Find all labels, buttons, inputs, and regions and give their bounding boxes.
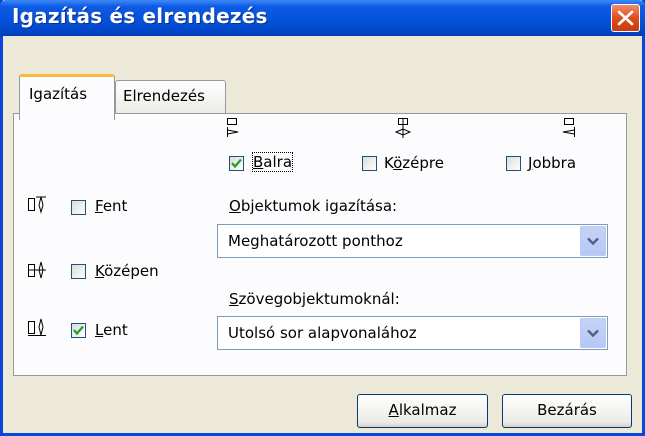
object-align-dropdown-button[interactable] [580, 226, 606, 256]
object-align-value: Meghatározott ponthoz [228, 232, 403, 250]
kozepen-label[interactable]: Középen [95, 262, 159, 280]
title-bar[interactable]: Igazítás és elrendezés [0, 0, 645, 36]
align-bottom-icon [28, 318, 46, 336]
fent-label[interactable]: Fent [95, 197, 127, 215]
align-center-icon [394, 118, 412, 138]
jobbra-label[interactable]: Jobbra [528, 154, 576, 172]
fent-checkbox[interactable] [71, 200, 86, 215]
text-objects-value: Utolsó sor alapvonalához [228, 324, 417, 342]
tab-label: Elrendezés [123, 87, 205, 105]
kozepre-checkbox[interactable] [362, 156, 377, 171]
lent-checkbox[interactable] [71, 323, 86, 338]
checkmark-icon [231, 158, 242, 169]
balra-label[interactable]: Balra [251, 152, 294, 172]
align-middle-icon [28, 261, 46, 279]
tab-elrendezes[interactable]: Elrendezés [115, 80, 226, 114]
tab-igazitas[interactable]: Igazítás [19, 74, 115, 120]
balra-checkbox[interactable] [229, 156, 244, 171]
object-align-select[interactable]: Meghatározott ponthoz [217, 224, 608, 258]
text-objects-dropdown-button[interactable] [580, 318, 606, 348]
jobbra-checkbox[interactable] [506, 156, 521, 171]
align-top-icon [28, 196, 46, 214]
tab-label: Igazítás [29, 85, 88, 103]
kozepre-label[interactable]: Középre [384, 154, 444, 172]
close-icon [617, 10, 634, 26]
align-right-icon [562, 118, 575, 137]
objektumok-igazitasa-label: Objektumok igazítása: [229, 197, 398, 215]
text-objects-select[interactable]: Utolsó sor alapvonalához [217, 316, 608, 350]
checkmark-icon [73, 325, 84, 336]
lent-label[interactable]: Lent [95, 321, 128, 339]
chevron-down-icon [587, 237, 599, 246]
align-left-icon [227, 118, 239, 137]
window-title: Igazítás és elrendezés [12, 4, 268, 28]
chevron-down-icon [587, 329, 599, 338]
kozepen-checkbox[interactable] [71, 264, 86, 279]
apply-button[interactable]: Alkalmaz [357, 394, 488, 428]
close-button[interactable]: Bezárás [502, 394, 632, 428]
close-window-button[interactable] [611, 4, 640, 32]
szovegobjektumoknal-label: Szövegobjektumoknál: [229, 290, 400, 308]
